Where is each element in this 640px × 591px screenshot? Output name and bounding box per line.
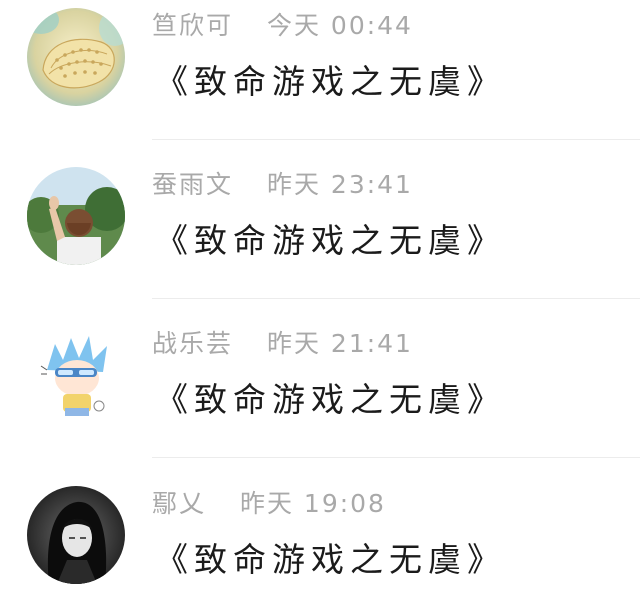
anime-dark-hair-avatar-image [27,486,125,584]
avatar[interactable] [27,326,125,424]
avatar[interactable] [27,8,125,106]
comment-time: 今天 00:44 [266,11,413,40]
comment-meta: 鄢乂 昨天 19:08 [152,488,386,520]
comment-item[interactable]: 蚕雨文 昨天 23:41 《致命游戏之无虞》 [0,139,640,299]
commenter-name[interactable]: 鄢乂 [152,488,206,520]
avatar[interactable] [27,486,125,584]
comment-item[interactable]: 笪欣可 今天 00:44 《致命游戏之无虞》 [0,0,640,140]
comment-meta: 笪欣可 今天 00:44 [152,10,413,42]
comment-text: 《致命游戏之无虞》 [155,62,506,101]
commenter-name[interactable]: 战乐芸 [152,328,233,360]
seashell-avatar-image [27,8,125,106]
anime-chibi-avatar-image [27,326,125,424]
comment-text: 《致命游戏之无虞》 [155,540,506,579]
comment-item[interactable]: 战乐芸 昨天 21:41 《致命游戏之无虞》 [0,298,640,458]
comment-meta: 战乐芸 昨天 21:41 [152,328,413,360]
commenter-name[interactable]: 笪欣可 [152,10,233,42]
comment-text: 《致命游戏之无虞》 [155,380,506,419]
comment-time: 昨天 21:41 [266,329,413,358]
comment-time: 昨天 23:41 [266,170,413,199]
comment-list: 笪欣可 今天 00:44 《致命游戏之无虞》 蚕雨文 昨天 23:41 《致命游… [0,0,640,591]
commenter-name[interactable]: 蚕雨文 [152,169,233,201]
comment-item[interactable]: 鄢乂 昨天 19:08 《致命游戏之无虞》 [0,458,640,591]
comment-text: 《致命游戏之无虞》 [155,221,506,260]
person-waving-avatar-image [27,167,125,265]
avatar[interactable] [27,167,125,265]
comment-meta: 蚕雨文 昨天 23:41 [152,169,413,201]
comment-time: 昨天 19:08 [239,489,386,518]
